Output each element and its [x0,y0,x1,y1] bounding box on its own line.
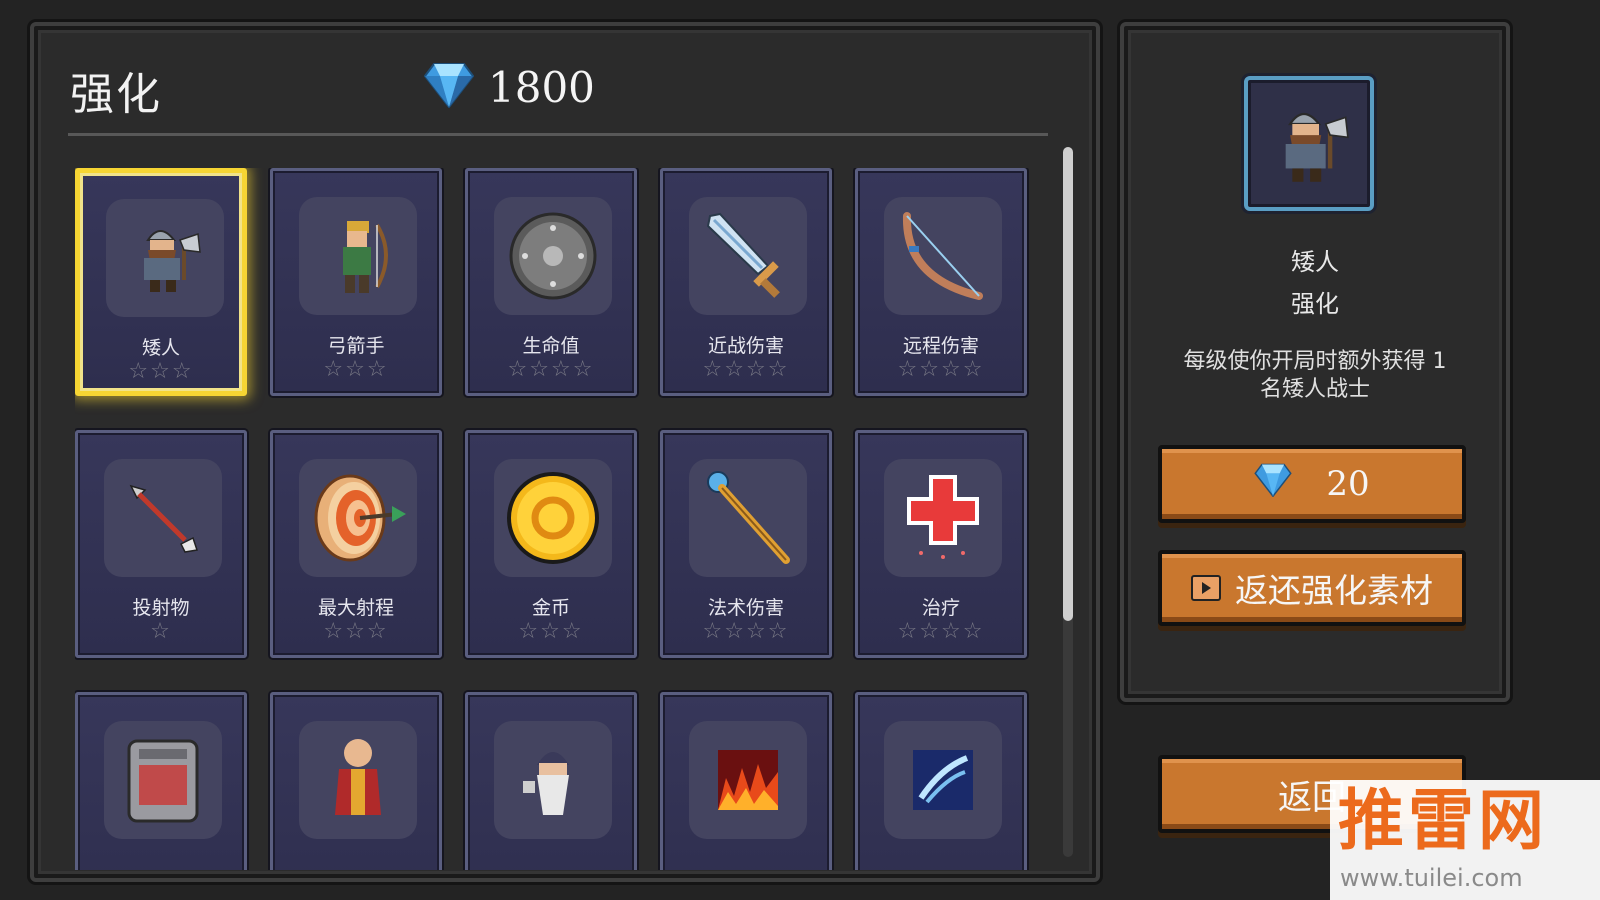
bow-icon [884,197,1002,315]
refund-materials-button[interactable]: 返还强化素材 [1158,550,1466,626]
monk-icon [299,721,417,839]
star-rating: ☆☆☆☆ [702,619,790,644]
selected-unit-portrait [1244,76,1374,211]
wizard-icon [494,721,612,839]
card-label: 远程伤害 [902,335,979,357]
upgrade-card-machine[interactable] [75,692,247,870]
sword-icon [689,197,807,315]
upgrade-grid: 矮人 ☆☆☆ 弓箭手 ☆☆☆ 生命值 ☆☆☆☆ 近战伤害 ☆☆☆☆ 远程伤害 ☆… [75,168,1055,870]
detail-description: 每级使你开局时额外获得 1 名矮人战士 [1183,349,1447,402]
star-rating: ☆☆☆ [518,619,584,644]
upgrade-cost: 20 [1326,464,1370,504]
card-label: 最大射程 [317,597,394,619]
watermark: 推雷网 www.tuilei.com [1330,780,1600,900]
frost-icon [884,721,1002,839]
scrollbar-thumb[interactable] [1063,147,1073,621]
card-label: 弓箭手 [327,335,385,357]
detail-subtitle: 强化 [1291,290,1339,318]
heal-cross-icon [884,459,1002,577]
card-label: 矮人 [141,337,180,359]
target-icon [299,459,417,577]
video-ad-icon [1191,575,1221,601]
shield-icon [494,197,612,315]
star-rating: ☆☆☆☆ [507,357,595,382]
gem-icon [423,62,475,112]
upgrade-card-melee-damage[interactable]: 近战伤害 ☆☆☆☆ [660,168,832,396]
card-label: 法术伤害 [707,597,784,619]
upgrade-card-gold[interactable]: 金币 ☆☆☆ [465,430,637,658]
watermark-logo: 推雷网 [1338,782,1548,859]
star-rating: ☆☆☆☆ [702,357,790,382]
star-rating: ☆☆☆ [323,619,389,644]
upgrade-card-health[interactable]: 生命值 ☆☆☆☆ [465,168,637,396]
upgrade-card-heal[interactable]: 治疗 ☆☆☆☆ [855,430,1027,658]
star-rating: ☆ [150,619,172,644]
gem-count-value: 1800 [488,62,595,112]
watermark-url: www.tuilei.com [1340,864,1523,892]
page-title: 强化 [70,69,162,120]
card-label: 金币 [531,597,570,619]
upgrade-card-frost[interactable] [855,692,1027,870]
gem-icon [1254,463,1293,506]
header-divider [68,133,1048,136]
upgrade-card-ranged-damage[interactable]: 远程伤害 ☆☆☆☆ [855,168,1027,396]
upgrade-buy-button[interactable]: 20 [1158,445,1466,523]
coin-icon [494,459,612,577]
card-label: 生命值 [522,335,580,357]
upgrade-card-projectile[interactable]: 投射物 ☆ [75,430,247,658]
upgrade-card-monk[interactable] [270,692,442,870]
star-rating: ☆☆☆ [323,357,389,382]
upgrade-card-max-range[interactable]: 最大射程 ☆☆☆ [270,430,442,658]
dwarf-icon [1285,112,1349,182]
refund-label: 返还强化素材 [1235,571,1433,610]
card-label: 投射物 [132,597,190,619]
fire-icon [689,721,807,839]
gem-counter: 1800 [423,62,595,112]
upgrade-card-archer[interactable]: 弓箭手 ☆☆☆ [270,168,442,396]
card-label: 近战伤害 [707,335,784,357]
upgrade-card-dwarf[interactable]: 矮人 ☆☆☆ [75,168,247,396]
scrollbar[interactable] [1063,147,1073,857]
upgrade-card-spell-damage[interactable]: 法术伤害 ☆☆☆☆ [660,430,832,658]
arrow-icon [104,459,222,577]
upgrade-card-wizard[interactable] [465,692,637,870]
staff-icon [689,459,807,577]
card-label: 治疗 [921,597,960,619]
star-rating: ☆☆☆ [128,359,194,384]
archer-icon [299,197,417,315]
star-rating: ☆☆☆☆ [897,619,985,644]
upgrade-card-fire[interactable] [660,692,832,870]
machine-icon [104,721,222,839]
star-rating: ☆☆☆☆ [897,357,985,382]
detail-unit-name: 矮人 [1291,248,1339,276]
dwarf-icon [106,199,224,317]
